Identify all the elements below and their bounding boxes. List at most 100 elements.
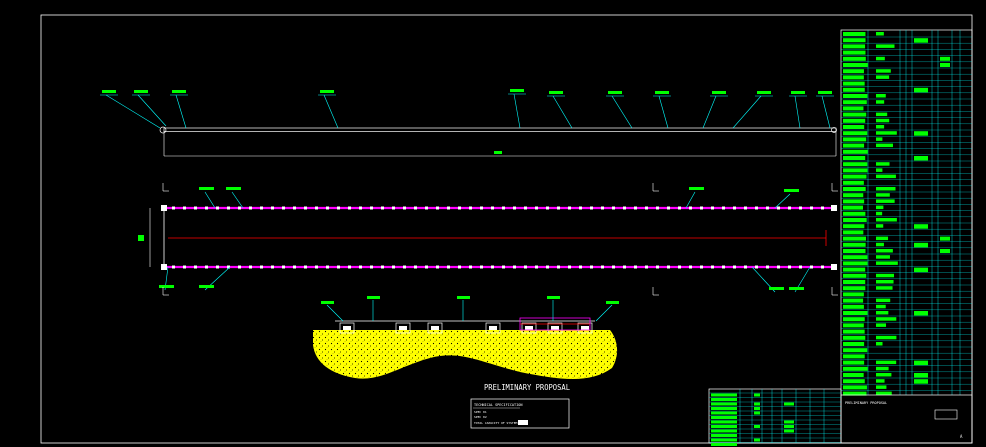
drawing-frame [40,14,973,444]
title-block-entry [876,205,884,210]
title-block-entry [940,236,950,241]
title-block-entry [876,311,889,315]
title-block-entry [914,360,928,366]
chain-link [755,206,758,210]
revision-entry [784,425,794,428]
head-sprocket-lower [831,264,837,270]
title-block-entry [843,218,867,222]
title-block-entry [843,56,866,61]
chain-link [557,265,560,269]
title-block-entry [843,63,868,67]
chain-link [700,265,703,269]
revision-entry [784,420,794,424]
leader-tag [791,91,805,94]
title-block-entry [843,38,866,43]
revision-entry [711,416,737,419]
leader-tag [510,89,524,92]
title-block-entry [876,286,893,290]
chain-link [403,265,406,269]
leader-line [326,304,344,322]
chain-link [623,265,626,269]
leader-tag [172,90,186,93]
chain-link [249,265,252,269]
chain-link [777,265,780,269]
leader-line [821,95,831,129]
title-block-entry [914,131,928,136]
title-block-entry [843,118,866,123]
support-block-core [431,326,439,330]
title-block-logo [934,409,958,420]
chain-link [381,206,384,210]
top-leader-lines [100,89,834,129]
leader-tag [199,187,214,190]
leader-tag [549,91,563,94]
title-block-entry [876,218,897,222]
revision-entry [754,402,760,406]
chain-link [722,265,725,269]
chain-link [590,265,593,269]
chain-link [370,206,373,210]
legend-row-2: SPEC 02 [474,415,487,419]
title-block-entry [843,149,868,154]
leader-tag [320,90,334,93]
chain-link [425,265,428,269]
revision-entry [784,402,794,406]
title-block-entry [876,125,885,129]
title-block-project: PRELIMINARY PROPOSAL [845,401,887,405]
revision-table-grid [709,389,841,446]
title-block-entry [843,87,865,92]
chain-link [568,265,571,269]
title-block-entry [843,50,866,55]
support-block-core [489,326,497,330]
tail-pulley-icon [159,126,167,134]
title-block-entry [876,162,890,166]
chain-link [337,265,340,269]
chain-link [491,265,494,269]
support-block-core [581,326,589,330]
title-block-entry [843,329,865,334]
chain-link [480,206,483,210]
chain-link [579,206,582,210]
chain-link [304,265,307,269]
revision-entry [784,429,794,433]
title-block-entry [843,304,864,309]
tail-sprocket-upper [161,205,167,211]
chain-link [513,206,516,210]
chain-link [700,206,703,210]
title-block-entry [843,143,865,148]
title-block-entry [843,348,868,353]
title-block-entry [876,323,887,327]
chain-link [634,265,637,269]
chain-link [469,206,472,210]
title-block-entry [843,156,866,160]
title-block-entry [843,323,864,328]
chain-link [524,206,527,210]
chain-link [216,206,219,210]
leader-tag [102,90,116,93]
chain-link [238,206,241,210]
title-block-entry [843,106,864,111]
title-block-entry [876,199,895,203]
title-block-entry [876,112,888,117]
chain-link [326,206,329,210]
leader-line [685,191,696,209]
title-block-entry [914,242,928,248]
chain-link [689,206,692,210]
title-block-entry [843,137,867,142]
title-block-entry [876,193,890,197]
title-block-entry [843,187,866,191]
width-dimension-tag [138,235,144,241]
title-block-entry [843,311,868,315]
plan-view [138,183,838,296]
chain-link [249,206,252,210]
support-block-core [551,326,559,330]
title-block-entry [876,143,893,148]
title-block-entry [876,69,891,73]
chain-link [414,206,417,210]
leader-tag [367,296,380,299]
chain-link [788,265,791,269]
length-dimension-tag [494,151,502,154]
title-block-entry [843,230,864,235]
head-sprocket-upper [831,205,837,211]
leader-tag [608,91,622,94]
